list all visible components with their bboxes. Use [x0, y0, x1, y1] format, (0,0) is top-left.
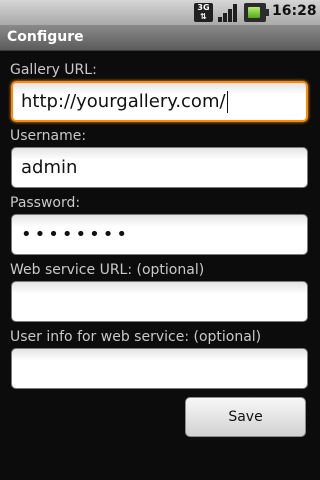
save-button[interactable]: Save: [185, 397, 306, 437]
signal-strength-icon: [218, 4, 237, 22]
username-value: admin: [21, 157, 78, 178]
gallery-url-label: Gallery URL:: [10, 62, 97, 78]
network-3g-icon: 3G ⇅: [194, 3, 213, 22]
page-title: Configure: [7, 29, 84, 45]
web-service-url-input[interactable]: [11, 281, 308, 322]
status-bar: 3G ⇅ 16:28: [0, 0, 320, 25]
title-bar: Configure: [0, 25, 320, 51]
gallery-url-value: http://yourgallery.com/: [21, 91, 226, 112]
battery-icon: [244, 3, 269, 22]
password-value: ••••••••: [21, 224, 130, 245]
password-label: Password:: [10, 195, 81, 211]
web-service-url-label: Web service URL: (optional): [10, 262, 205, 278]
user-info-input[interactable]: [11, 348, 308, 389]
gallery-url-input[interactable]: http://yourgallery.com/: [11, 81, 308, 122]
status-clock: 16:28: [272, 3, 317, 19]
username-input[interactable]: admin: [11, 147, 308, 188]
network-label: 3G: [197, 3, 210, 12]
username-label: Username:: [10, 128, 87, 144]
user-info-label: User info for web service: (optional): [10, 329, 262, 345]
text-caret: [226, 91, 228, 113]
password-input[interactable]: ••••••••: [11, 214, 308, 255]
